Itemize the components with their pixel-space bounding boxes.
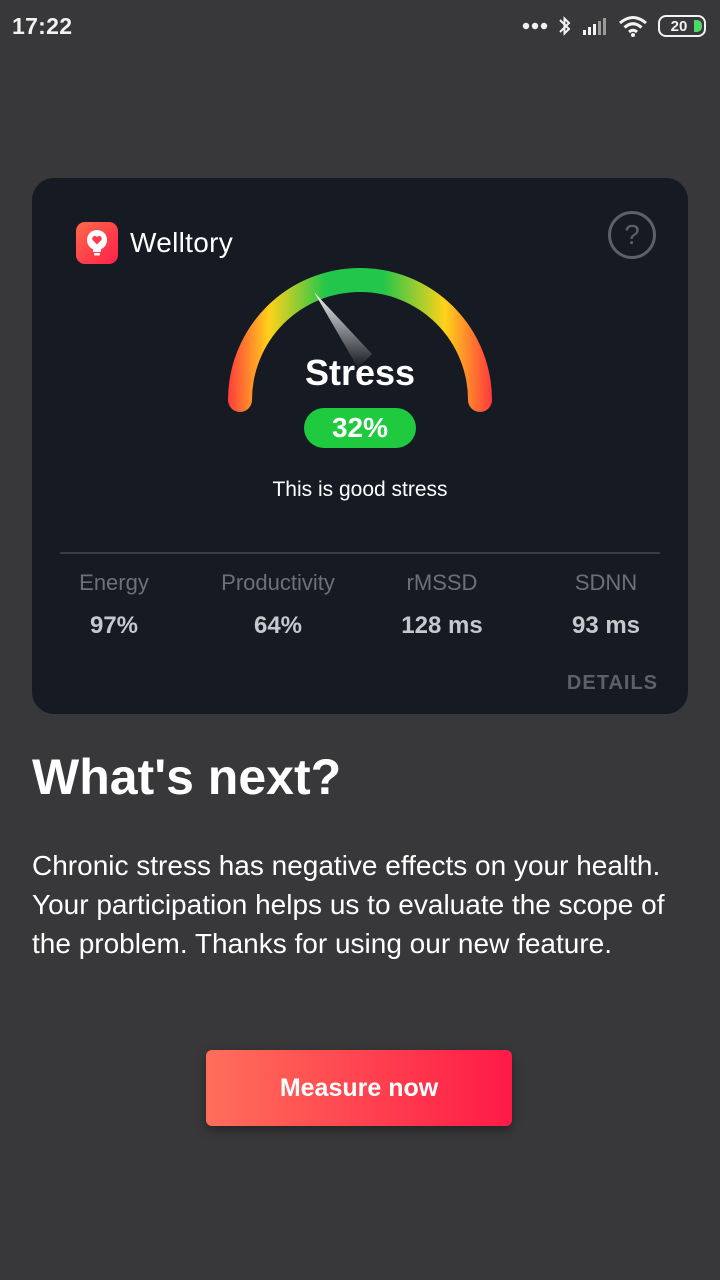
metric-value: 128 ms xyxy=(401,612,483,639)
status-time: 17:22 xyxy=(12,12,73,39)
status-bar: 17:22 20 xyxy=(0,0,720,52)
stress-note: This is good stress xyxy=(272,478,448,501)
metric-value: 93 ms xyxy=(571,612,641,639)
brand-name: Welltory xyxy=(130,227,234,258)
battery-icon: 20 xyxy=(658,15,706,37)
question-icon: ? xyxy=(624,219,640,250)
metric-label: rMSSD xyxy=(406,570,478,595)
measure-now-button[interactable]: Measure now xyxy=(206,1050,512,1126)
help-button[interactable]: ? xyxy=(608,211,656,259)
metric-productivity: Productivity 64% xyxy=(196,570,360,640)
signal-icon xyxy=(583,18,606,35)
welltory-logo-icon xyxy=(76,222,118,264)
stress-result-card: Welltory ? Stress 32% This is good stres… xyxy=(32,178,688,714)
metric-value: 64% xyxy=(253,612,303,639)
dots-icon xyxy=(522,22,548,30)
brand: Welltory xyxy=(76,222,233,264)
metric-energy: Energy 97% xyxy=(32,570,196,640)
bluetooth-icon xyxy=(559,16,571,36)
section-title: What's next? xyxy=(32,749,342,805)
stress-gauge xyxy=(228,268,492,412)
divider xyxy=(60,552,660,554)
metric-value: 97% xyxy=(89,612,139,639)
stress-value-badge: 32% xyxy=(304,408,416,448)
metric-label: Productivity xyxy=(221,570,335,595)
battery-level: 20 xyxy=(670,17,688,35)
metric-rmssd: rMSSD 128 ms xyxy=(360,570,524,640)
status-icons: 20 xyxy=(522,14,706,38)
details-link[interactable]: DETAILS xyxy=(567,672,658,695)
metric-label: Energy xyxy=(79,570,149,595)
metric-sdnn: SDNN 93 ms xyxy=(524,570,688,640)
metric-label: SDNN xyxy=(574,570,638,595)
stress-title: Stress xyxy=(304,352,416,393)
section-body: Chronic stress has negative effects on y… xyxy=(32,850,665,959)
wifi-icon xyxy=(619,16,647,37)
